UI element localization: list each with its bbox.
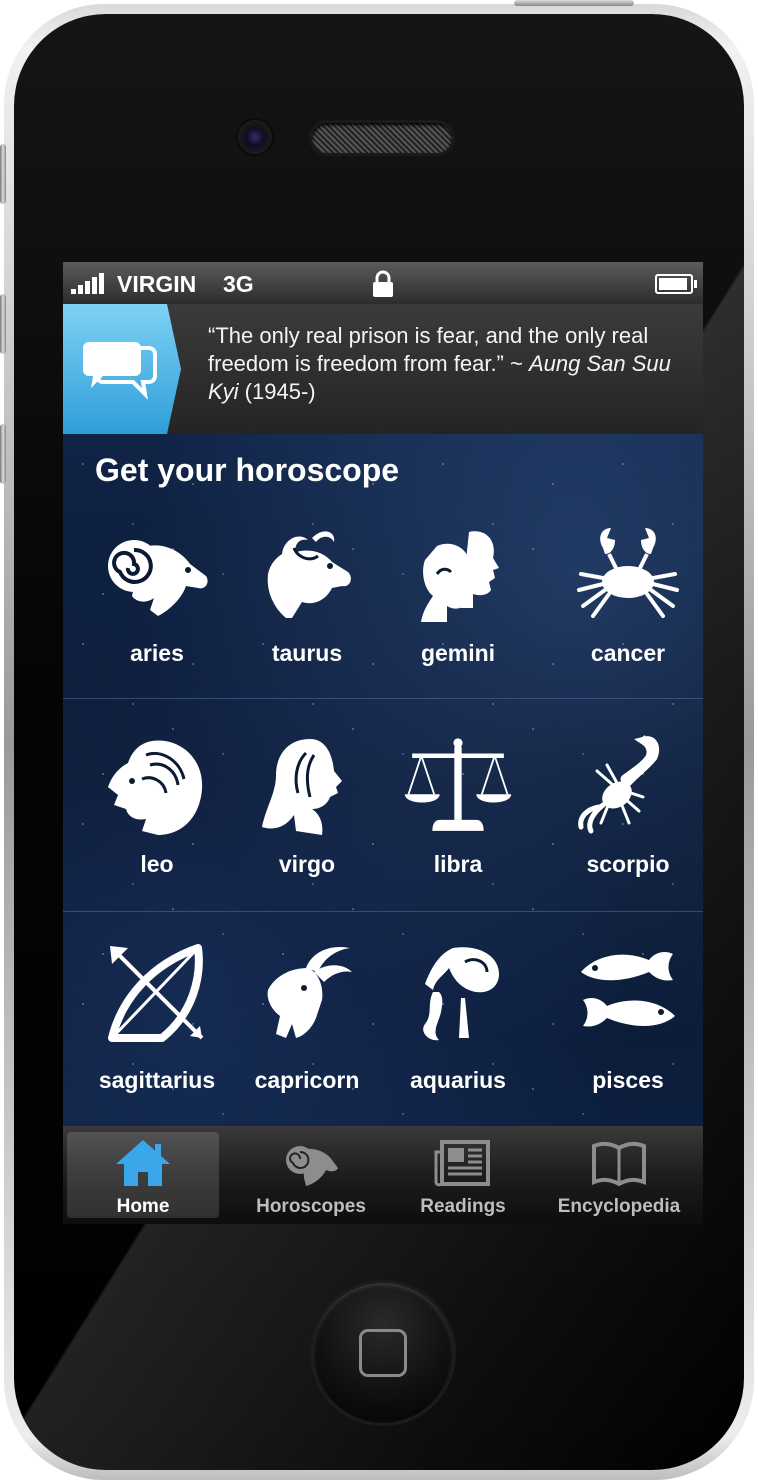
sign-label: scorpio [586,851,670,877]
sign-sagittarius[interactable]: sagittarius [63,912,251,1122]
volume-down-button [0,424,6,484]
app-screen: VIRGIN 3G “The only real prison is fear,… [63,262,703,1224]
earpiece-speaker [312,123,452,153]
aries-icon [108,540,208,616]
sign-label: leo [140,851,174,877]
sign-label: aquarius [410,1067,506,1093]
sign-virgo[interactable]: virgo [251,699,363,911]
tab-horoscopes[interactable]: Horoscopes [235,1132,387,1218]
home-icon [116,1140,170,1186]
book-icon [592,1141,646,1187]
sign-capricorn[interactable]: capricorn [251,912,363,1122]
sign-libra[interactable]: libra [363,699,553,911]
carrier-name: VIRGIN [117,271,197,297]
chat-bubbles-icon [83,342,157,400]
zodiac-row: aries taurus gemini cancer [63,510,703,699]
sign-label: taurus [271,640,343,666]
leo-icon [108,740,203,835]
sign-cancer[interactable]: cancer [553,510,703,698]
newspaper-icon [434,1140,490,1187]
section-title: Get your horoscope [95,452,400,488]
aquarius-icon [423,947,499,1041]
quote-years: (1945-) [238,379,316,404]
ram-icon [286,1146,338,1186]
sign-label: libra [433,851,483,877]
sign-aquarius[interactable]: aquarius [363,912,553,1122]
tab-bar: Home Horoscopes Readings Encyclopedia [63,1126,703,1224]
quote-tab [63,304,181,434]
cancer-icon [577,528,679,618]
horoscope-panel: Get your horoscope aries taurus gemini c… [63,434,703,1126]
gemini-icon [421,531,499,622]
volume-up-button [0,294,6,354]
zodiac-grid: aries taurus gemini cancer leo virgo lib… [63,510,703,1122]
quote-text: “The only real prison is fear, and the o… [208,322,688,406]
sign-scorpio[interactable]: scorpio [553,699,703,911]
sign-pisces[interactable]: pisces [553,912,703,1122]
pisces-icon [581,952,675,1027]
home-button-square-icon [359,1329,407,1377]
sign-label: aries [130,640,184,666]
tab-label: Encyclopedia [557,1196,681,1217]
zodiac-row: sagittarius capricorn aquarius pisces [63,912,703,1122]
sign-leo[interactable]: leo [63,699,251,911]
tab-label: Readings [420,1196,506,1217]
virgo-icon [262,739,342,835]
sign-label: cancer [590,640,666,666]
tab-label: Horoscopes [256,1196,366,1217]
mute-switch [0,144,6,204]
tab-encyclopedia[interactable]: Encyclopedia [543,1132,695,1218]
sign-label: sagittarius [98,1067,216,1093]
taurus-icon [267,531,351,618]
tab-readings[interactable]: Readings [387,1132,539,1218]
signal-strength-icon [71,272,104,294]
sign-aries[interactable]: aries [63,510,251,698]
home-button[interactable] [313,1283,453,1423]
network-type: 3G [223,271,254,297]
sign-label: virgo [278,851,336,877]
sign-label: pisces [592,1067,664,1093]
daily-quote-banner[interactable]: “The only real prison is fear, and the o… [63,304,703,434]
sign-gemini[interactable]: gemini [363,510,553,698]
zodiac-row: leo virgo libra scorpio [63,699,703,912]
sign-label: capricorn [254,1067,360,1093]
lock-icon [373,270,393,297]
tab-home[interactable]: Home [67,1132,219,1218]
scorpio-icon [578,735,660,834]
libra-icon [404,738,512,831]
sign-taurus[interactable]: taurus [251,510,363,698]
tab-label: Home [116,1196,170,1217]
front-camera [238,120,272,154]
sagittarius-icon [108,944,204,1042]
power-button [514,0,634,6]
status-bar: VIRGIN 3G [63,262,703,304]
battery-icon [655,274,697,294]
sign-label: gemini [420,640,496,666]
capricorn-icon [267,946,352,1038]
